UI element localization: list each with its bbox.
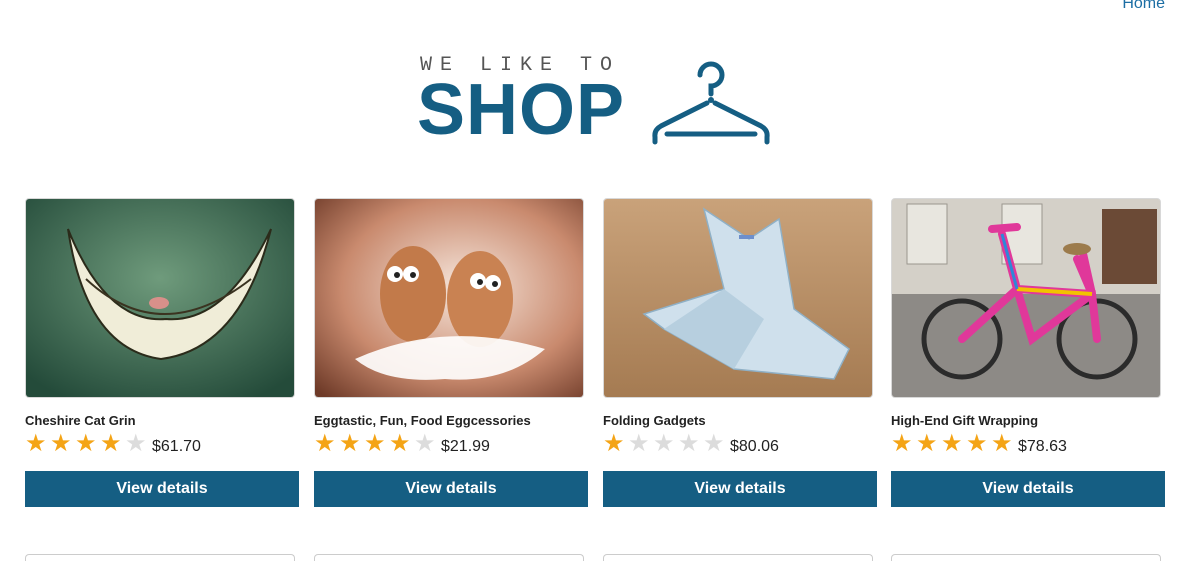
product-price: $80.06	[730, 438, 779, 455]
star-empty-icon: ★	[653, 430, 675, 457]
product-price: $21.99	[441, 438, 490, 455]
product-image[interactable]	[25, 198, 295, 398]
product-price: $61.70	[152, 438, 201, 455]
product-card: Eggtastic, Fun, Food Eggcessories ★ ★ ★ ★ ★ …	[314, 198, 588, 507]
star-filled-icon: ★	[100, 430, 122, 457]
star-filled-icon: ★	[991, 430, 1013, 457]
view-details-button[interactable]: View details	[314, 471, 588, 507]
home-link[interactable]: Home	[1122, 0, 1165, 13]
product-price: $78.63	[1018, 438, 1067, 455]
star-empty-icon: ★	[703, 430, 725, 457]
star-filled-icon: ★	[603, 430, 625, 457]
product-image[interactable]	[603, 198, 873, 398]
star-filled-icon: ★	[339, 430, 361, 457]
product-image[interactable]	[891, 198, 1161, 398]
view-details-button[interactable]: View details	[25, 471, 299, 507]
star-filled-icon: ★	[50, 430, 72, 457]
star-filled-icon: ★	[891, 430, 913, 457]
product-card: Folding Gadgets ★ ★ ★ ★ ★ $80.06 View detail…	[603, 198, 877, 507]
logo-wordmark: SHOP	[417, 70, 626, 150]
site-logo[interactable]: WE LIKE TO SHOP	[417, 52, 771, 150]
hanger-icon	[652, 61, 770, 145]
star-filled-icon: ★	[314, 430, 336, 457]
star-filled-icon: ★	[75, 430, 97, 457]
product-title[interactable]: Folding Gadgets	[603, 413, 706, 428]
product-image[interactable]	[314, 198, 584, 398]
star-filled-icon: ★	[941, 430, 963, 457]
product-title[interactable]: Eggtastic, Fun, Food Eggcessories	[314, 413, 531, 428]
star-filled-icon: ★	[916, 430, 938, 457]
view-details-button[interactable]: View details	[891, 471, 1165, 507]
rating-stars: ★ ★ ★ ★ ★ $61.70	[25, 432, 201, 456]
star-filled-icon: ★	[389, 430, 411, 457]
star-empty-icon: ★	[678, 430, 700, 457]
star-empty-icon: ★	[125, 430, 147, 457]
rating-stars: ★ ★ ★ ★ ★ $78.63	[891, 432, 1067, 456]
rating-stars: ★ ★ ★ ★ ★ $21.99	[314, 432, 490, 456]
star-filled-icon: ★	[364, 430, 386, 457]
rating-stars: ★ ★ ★ ★ ★ $80.06	[603, 432, 779, 456]
star-empty-icon: ★	[414, 430, 436, 457]
product-card: Cheshire Cat Grin ★ ★ ★ ★ ★ $61.70 View deta…	[25, 198, 299, 507]
star-filled-icon: ★	[25, 430, 47, 457]
view-details-button[interactable]: View details	[603, 471, 877, 507]
star-filled-icon: ★	[966, 430, 988, 457]
star-empty-icon: ★	[628, 430, 650, 457]
product-card: High-End Gift Wrapping ★ ★ ★ ★ ★ $78.63 View…	[891, 198, 1165, 507]
product-title[interactable]: Cheshire Cat Grin	[25, 413, 136, 428]
product-title[interactable]: High-End Gift Wrapping	[891, 413, 1038, 428]
